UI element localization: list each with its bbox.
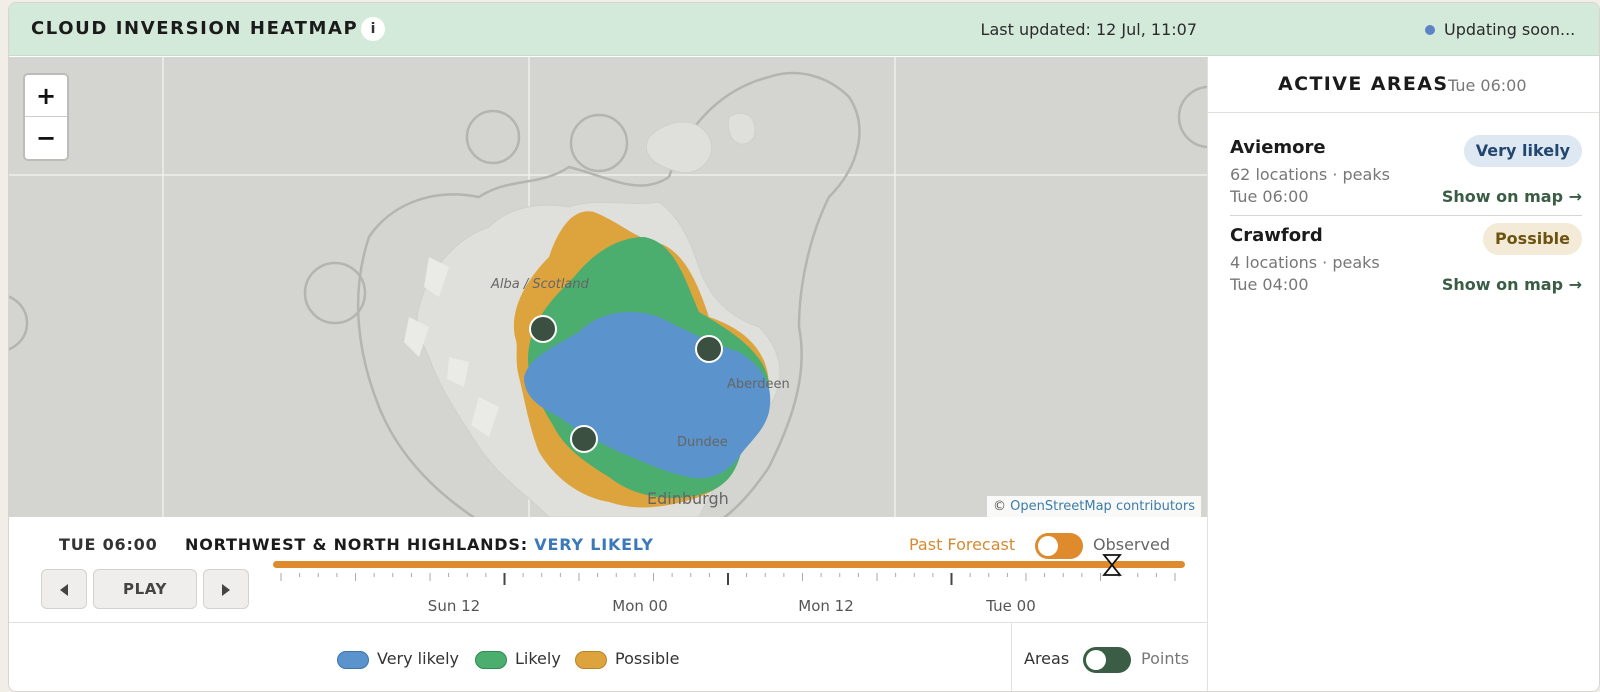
map-label-edinburgh: Edinburgh bbox=[647, 489, 729, 508]
swatch-likely bbox=[475, 651, 507, 669]
panel-time: Tue 06:00 bbox=[1448, 76, 1527, 95]
active-areas-panel: ACTIVE AREAS Tue 06:00 Aviemore Very lik… bbox=[1207, 57, 1599, 691]
card-divider bbox=[1230, 215, 1582, 216]
tick-label: Mon 00 bbox=[612, 597, 668, 615]
zoom-control: + − bbox=[23, 73, 69, 161]
area-location-count: 62 locations · peaks bbox=[1230, 165, 1390, 184]
area-name: Aviemore bbox=[1230, 137, 1326, 158]
tick-label: Sun 12 bbox=[427, 597, 481, 615]
zoom-in-button[interactable]: + bbox=[25, 75, 67, 117]
attribution-link[interactable]: OpenStreetMap contributors bbox=[1010, 499, 1195, 514]
header: CLOUD INVERSION HEATMAP i Last updated: … bbox=[9, 3, 1599, 56]
likelihood-badge: Possible bbox=[1482, 223, 1582, 255]
map-label-aberdeen: Aberdeen bbox=[727, 377, 790, 392]
legend-likely: Likely bbox=[515, 649, 561, 668]
area-name: Crawford bbox=[1230, 225, 1323, 246]
area-peak-time: Tue 06:00 bbox=[1230, 187, 1309, 206]
legend-bar: Very likely Likely Possible Areas Points bbox=[9, 623, 1207, 691]
update-status: Updating soon... bbox=[1444, 20, 1576, 39]
map-label-scotland: Alba / Scotland bbox=[491, 277, 589, 292]
tick-label: Mon 12 bbox=[798, 597, 854, 615]
toggle-knob bbox=[1086, 650, 1106, 670]
zoom-out-button[interactable]: − bbox=[25, 117, 67, 159]
area-location-count: 4 locations · peaks bbox=[1230, 253, 1380, 272]
areas-label: Areas bbox=[1024, 649, 1070, 668]
area-peak-time: Tue 04:00 bbox=[1230, 275, 1309, 294]
map-view[interactable]: + − Alba / Scotland Aberdeen Dundee Edin… bbox=[9, 57, 1207, 517]
legend-very-likely: Very likely bbox=[377, 649, 460, 668]
legend-possible: Possible bbox=[615, 649, 680, 668]
app-title: CLOUD INVERSION HEATMAP bbox=[31, 18, 359, 39]
tick-label: Tue 00 bbox=[986, 597, 1036, 615]
map-canvas bbox=[9, 57, 1207, 517]
points-label: Points bbox=[1141, 649, 1190, 668]
app-frame: CLOUD INVERSION HEATMAP i Last updated: … bbox=[8, 2, 1600, 692]
area-card-aviemore[interactable]: Aviemore Very likely 62 locations · peak… bbox=[1230, 135, 1582, 225]
area-card-crawford[interactable]: Crawford Possible 4 locations · peaks Tu… bbox=[1230, 223, 1582, 313]
map-label-dundee: Dundee bbox=[677, 435, 728, 450]
swatch-very-likely bbox=[337, 651, 369, 669]
timeline-panel: TUE 06:00 NORTHWEST & NORTH HIGHLANDS: V… bbox=[9, 517, 1207, 623]
swatch-possible bbox=[575, 651, 607, 669]
attribution-prefix: © bbox=[993, 499, 1007, 514]
likelihood-badge: Very likely bbox=[1463, 135, 1582, 167]
last-updated: Last updated: 12 Jul, 11:07 bbox=[980, 20, 1197, 39]
panel-title: ACTIVE AREAS bbox=[1278, 73, 1449, 95]
show-on-map-link[interactable]: Show on map → bbox=[1442, 187, 1582, 206]
timeline-track[interactable] bbox=[273, 561, 1185, 568]
show-on-map-link[interactable]: Show on map → bbox=[1442, 275, 1582, 294]
map-attribution: © OpenStreetMap contributors bbox=[987, 496, 1201, 517]
panel-header: ACTIVE AREAS Tue 06:00 bbox=[1208, 57, 1599, 113]
info-button[interactable]: i bbox=[361, 17, 385, 41]
legend-divider bbox=[1011, 623, 1012, 691]
timeline-ticks bbox=[280, 573, 1176, 585]
status-dot-icon bbox=[1425, 25, 1435, 35]
areas-points-toggle[interactable] bbox=[1083, 647, 1131, 673]
